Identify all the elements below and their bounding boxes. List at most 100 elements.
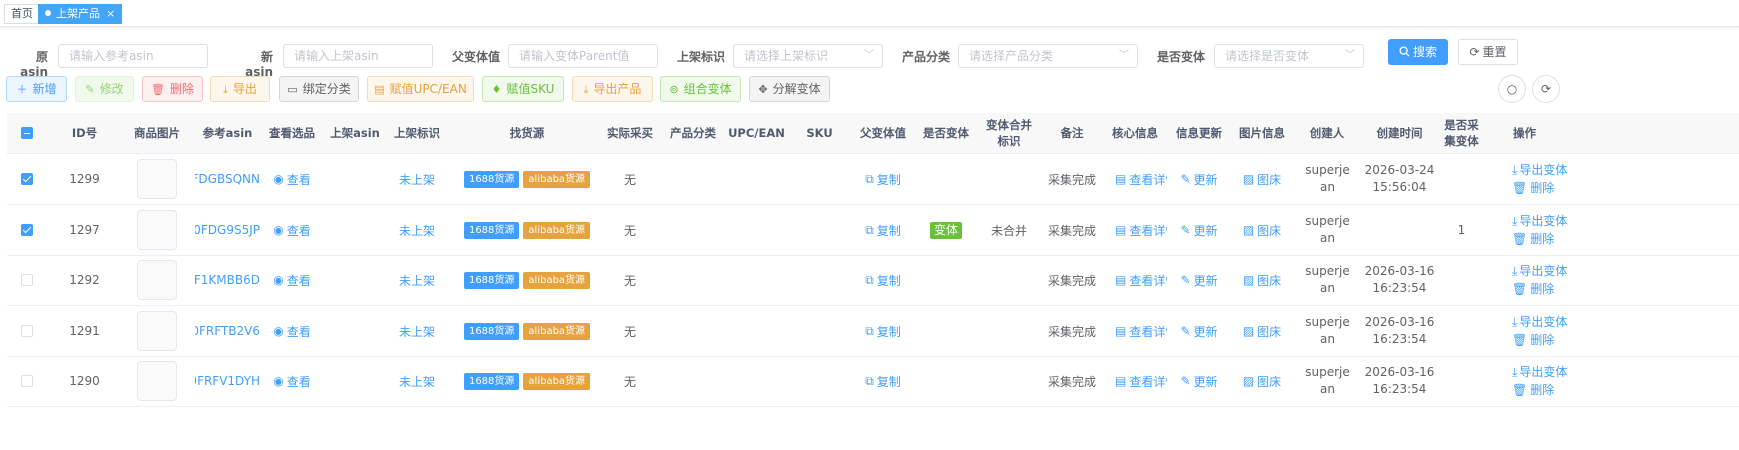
tab-listing-products[interactable]: 上架产品 × [38,4,123,24]
source-alibaba-button[interactable]: alibaba货源 [523,170,591,188]
image-bed-link[interactable]: ▨ 图床 [1232,306,1292,356]
table-row[interactable]: 1297 B0FDG9S5JP ◉查看 未上架 1688货源alibaba货源 … [7,205,1739,256]
view-detail-link[interactable]: ▤查看详情 [1115,205,1167,255]
copy-link[interactable]: ⧉ 复制 [853,205,913,255]
delete-row-link[interactable]: 🗑 删除 [1512,179,1554,197]
list-flag-link[interactable]: 未上架 [387,306,447,356]
export-variant-link[interactable]: ⤓ 导出变体 [1512,313,1567,331]
row-checkbox[interactable] [21,375,33,387]
update-link[interactable]: ✎ 更新 [1169,306,1229,356]
list-flag-link[interactable]: 未上架 [387,356,447,406]
delete-row-link[interactable]: 🗑 删除 [1512,230,1554,248]
export-variant-link[interactable]: ⤓ 导出变体 [1512,363,1567,381]
copy-link[interactable]: ⧉ 复制 [853,154,913,204]
select-all-checkbox[interactable] [21,127,33,139]
image-bed-link[interactable]: ▨ 图床 [1232,205,1292,255]
image-bed-link[interactable]: ▨ 图床 [1232,255,1292,305]
sku-cell [792,205,847,255]
listing-flag-select[interactable]: 请选择上架标识 ﹀ [733,44,883,68]
edit-button[interactable]: ✎ 修改 [75,76,134,102]
export-product-button[interactable]: ⤓ 导出产品 [572,76,653,102]
ref-asin-link[interactable]: B0FRFV1DYH [195,356,260,406]
view-select-link[interactable]: ◉ 查看 [262,205,322,255]
toggle-search-button[interactable]: ○ [1498,75,1526,103]
update-link[interactable]: ✎ 更新 [1169,255,1229,305]
product-thumbnail[interactable] [137,154,177,204]
ref-asin-link[interactable]: B0FDG9S5JP [195,205,260,255]
delete-button[interactable]: 🗑 删除 [142,76,203,102]
export-variant-link[interactable]: ⤓ 导出变体 [1512,262,1567,280]
update-link[interactable]: ✎ 更新 [1169,154,1229,204]
product-thumbnail[interactable] [137,205,177,255]
download-icon: ⤓ [223,83,228,96]
delete-row-link[interactable]: 🗑 删除 [1512,280,1554,298]
source-1688-button[interactable]: 1688货源 [463,271,520,289]
reset-button[interactable]: ⟳ 重置 [1458,39,1518,65]
table-row[interactable]: 1290 B0FRFV1DYH ◉查看 未上架 1688货源alibaba货源 … [7,356,1739,407]
view-select-link[interactable]: ◉ 查看 [262,306,322,356]
copy-link[interactable]: ⧉ 复制 [853,306,913,356]
product-thumbnail[interactable] [137,255,177,305]
row-select-cell [7,205,47,255]
view-detail-link[interactable]: ▤查看详情 [1115,356,1167,406]
source-1688-button[interactable]: 1688货源 [463,170,520,188]
new-asin-input[interactable]: 请输入上架asin [283,44,433,68]
update-link[interactable]: ✎ 更新 [1169,205,1229,255]
export-button[interactable]: ⤓ 导出 [210,76,270,102]
close-icon[interactable]: × [106,7,115,20]
table-row[interactable]: 1292 B0F1KMBB6D ◉查看 未上架 1688货源alibaba货源 … [7,255,1739,306]
list-flag-link[interactable]: 未上架 [387,154,447,204]
table-row[interactable]: 1299 B0FDGBSQNN ◉查看 未上架 1688货源alibaba货源 … [7,154,1739,205]
refresh-table-button[interactable]: ⟳ [1532,75,1560,103]
add-button[interactable]: ＋ 新增 [6,76,67,102]
view-select-link[interactable]: ◉ 查看 [262,356,322,406]
combine-variant-button[interactable]: ⊚ 组合变体 [660,76,741,102]
delete-label: 删除 [169,82,194,96]
tab-home[interactable]: 首页 [4,4,40,24]
variant-select[interactable]: 请选择是否变体 ﹀ [1214,44,1364,68]
source-alibaba-button[interactable]: alibaba货源 [523,322,591,340]
category-select[interactable]: 请选择产品分类 ﹀ [958,44,1138,68]
image-bed-link[interactable]: ▨ 图床 [1232,154,1292,204]
source-cell: 1688货源 alibaba货源 [457,306,597,356]
view-detail-link[interactable]: ▤查看详情 [1115,306,1167,356]
row-checkbox[interactable] [21,274,33,286]
source-alibaba-button[interactable]: alibaba货源 [523,271,591,289]
update-link[interactable]: ✎ 更新 [1169,356,1229,406]
view-detail-link[interactable]: ▤查看详情 [1115,154,1167,204]
source-alibaba-button[interactable]: alibaba货源 [523,372,591,390]
ref-asin-link[interactable]: B0F1KMBB6D [195,255,260,305]
table-row[interactable]: 1291 B0FRFTB2V6 ◉查看 未上架 1688货源alibaba货源 … [7,306,1739,357]
product-thumbnail[interactable] [137,306,177,356]
export-variant-link[interactable]: ⤓ 导出变体 [1512,161,1567,179]
source-1688-button[interactable]: 1688货源 [463,372,520,390]
row-checkbox[interactable] [21,325,33,337]
parent-value-input[interactable]: 请输入变体Parent值 [508,44,658,68]
list-flag-link[interactable]: 未上架 [387,205,447,255]
list-flag-link[interactable]: 未上架 [387,255,447,305]
export-variant-link[interactable]: ⤓ 导出变体 [1512,212,1567,230]
delete-row-link[interactable]: 🗑 删除 [1512,381,1554,399]
assign-upc-button[interactable]: ▤ 赋值UPC/EAN [367,76,474,102]
image-bed-link[interactable]: ▨ 图床 [1232,356,1292,406]
source-1688-button[interactable]: 1688货源 [463,221,520,239]
orig-asin-input[interactable]: 请输入参考asin [58,44,208,68]
split-variant-button[interactable]: ✥ 分解变体 [749,76,830,102]
product-thumbnail[interactable] [137,356,177,406]
delete-row-link[interactable]: 🗑 删除 [1512,331,1554,349]
search-button[interactable]: 搜索 [1388,39,1448,65]
copy-link[interactable]: ⧉ 复制 [853,356,913,406]
source-1688-button[interactable]: 1688货源 [463,322,520,340]
col-variant-merge: 变体合并标识 [986,118,1032,148]
assign-sku-button[interactable]: ♦ 赋值SKU [482,76,564,102]
ref-asin-link[interactable]: B0FDGBSQNN [195,154,260,204]
view-select-link[interactable]: ◉ 查看 [262,154,322,204]
row-checkbox[interactable] [21,173,33,185]
source-alibaba-button[interactable]: alibaba货源 [523,221,591,239]
copy-link[interactable]: ⧉ 复制 [853,255,913,305]
ref-asin-link[interactable]: B0FRFTB2V6 [195,306,260,356]
row-checkbox[interactable] [21,224,33,236]
view-detail-link[interactable]: ▤查看详情 [1115,255,1167,305]
bind-category-button[interactable]: ▭ 绑定分类 [279,76,359,102]
view-select-link[interactable]: ◉ 查看 [262,255,322,305]
